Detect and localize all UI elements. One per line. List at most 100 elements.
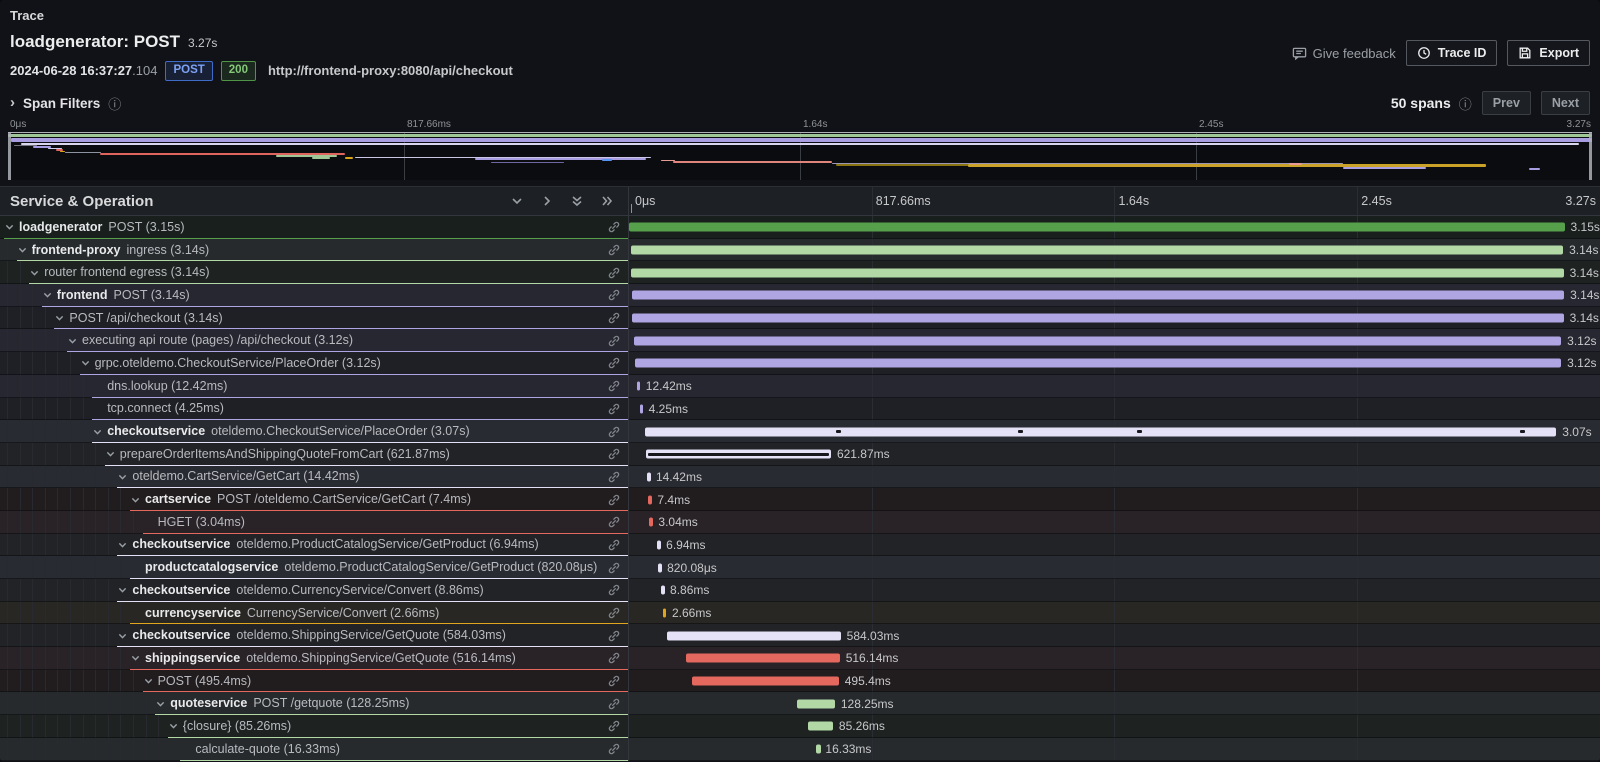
chevron-down-icon[interactable]	[155, 698, 166, 709]
prev-button[interactable]: Prev	[1482, 91, 1531, 115]
span-row[interactable]: calculate-quote (16.33ms)16.33ms	[0, 738, 1600, 761]
span-link-icon[interactable]	[607, 583, 621, 597]
chevron-down-icon[interactable]	[29, 267, 40, 278]
span-bar[interactable]	[692, 677, 839, 686]
span-row[interactable]: frontend-proxyingress (3.14s)3.14s	[0, 239, 1600, 262]
span-row[interactable]: {closure} (85.26ms)85.26ms	[0, 715, 1600, 738]
span-bar[interactable]	[645, 427, 1557, 436]
span-link-icon[interactable]	[607, 243, 621, 257]
expand-all-icon[interactable]	[600, 194, 614, 208]
chevron-down-icon[interactable]	[130, 494, 141, 505]
span-row[interactable]: router frontend egress (3.14s)3.14s	[0, 261, 1600, 284]
span-row[interactable]: quoteservicePOST /getquote (128.25ms)128…	[0, 692, 1600, 715]
span-link-icon[interactable]	[607, 674, 621, 688]
chevron-down-icon[interactable]	[80, 358, 91, 369]
span-link-icon[interactable]	[607, 266, 621, 280]
span-row[interactable]: dns.lookup (12.42ms)12.42ms	[0, 375, 1600, 398]
span-link-icon[interactable]	[607, 425, 621, 439]
span-bar[interactable]	[647, 472, 651, 481]
span-bar[interactable]	[657, 540, 661, 549]
span-bar[interactable]	[635, 359, 1561, 368]
span-link-icon[interactable]	[607, 379, 621, 393]
trace-id-button[interactable]: Trace ID	[1406, 40, 1498, 66]
chevron-down-icon[interactable]	[117, 471, 128, 482]
chevron-down-icon[interactable]	[54, 313, 65, 324]
span-row[interactable]: grpc.oteldemo.CheckoutService/PlaceOrder…	[0, 352, 1600, 375]
span-row[interactable]: POST (495.4ms)495.4ms	[0, 670, 1600, 693]
span-row[interactable]: HGET (3.04ms)3.04ms	[0, 511, 1600, 534]
span-bar[interactable]	[631, 246, 1563, 255]
span-link-icon[interactable]	[607, 447, 621, 461]
span-link-icon[interactable]	[607, 288, 621, 302]
span-bar[interactable]	[661, 586, 665, 595]
span-row[interactable]: checkoutserviceoteldemo.ShippingService/…	[0, 624, 1600, 647]
minimap-left-handle[interactable]	[8, 132, 11, 180]
span-bar[interactable]	[632, 291, 1564, 300]
span-link-icon[interactable]	[607, 220, 621, 234]
span-bar[interactable]	[649, 518, 653, 527]
span-bar[interactable]	[797, 699, 835, 708]
span-row[interactable]: oteldemo.CartService/GetCart (14.42ms)14…	[0, 466, 1600, 489]
span-row[interactable]: frontendPOST (3.14s)3.14s	[0, 284, 1600, 307]
chevron-down-icon[interactable]	[117, 630, 128, 641]
span-bar[interactable]	[648, 495, 652, 504]
span-bar[interactable]	[816, 745, 821, 754]
span-bar[interactable]	[637, 382, 641, 391]
span-link-icon[interactable]	[607, 311, 621, 325]
span-row[interactable]: loadgeneratorPOST (3.15s)3.15s	[0, 216, 1600, 239]
span-link-icon[interactable]	[607, 719, 621, 733]
span-bar[interactable]	[658, 563, 662, 572]
span-link-icon[interactable]	[607, 629, 621, 643]
span-bar[interactable]	[629, 223, 1564, 232]
give-feedback-link[interactable]: Give feedback	[1292, 46, 1396, 61]
minimap-right-handle[interactable]	[1589, 132, 1592, 180]
chevron-down-icon[interactable]	[143, 676, 154, 687]
span-bar[interactable]	[640, 404, 644, 413]
span-bar[interactable]	[808, 722, 833, 731]
chevron-down-icon[interactable]	[92, 426, 103, 437]
chevron-down-icon[interactable]	[4, 222, 15, 233]
span-link-icon[interactable]	[607, 402, 621, 416]
chevron-down-icon[interactable]	[17, 245, 28, 256]
span-link-icon[interactable]	[607, 493, 621, 507]
span-bar[interactable]	[631, 268, 1563, 277]
next-button[interactable]: Next	[1541, 91, 1590, 115]
chevron-right-icon[interactable]: ›	[10, 94, 15, 111]
chevron-down-icon[interactable]	[168, 721, 179, 732]
span-row[interactable]: checkoutserviceoteldemo.CheckoutService/…	[0, 420, 1600, 443]
span-row[interactable]: currencyserviceCurrencyService/Convert (…	[0, 602, 1600, 625]
collapse-one-icon[interactable]	[510, 194, 524, 208]
span-row[interactable]: cartservicePOST /oteldemo.CartService/Ge…	[0, 488, 1600, 511]
span-link-icon[interactable]	[607, 742, 621, 756]
span-link-icon[interactable]	[607, 538, 621, 552]
span-filters-toggle[interactable]: › Span Filters ⓘ	[10, 94, 121, 113]
trace-minimap[interactable]	[8, 132, 1592, 180]
collapse-all-icon[interactable]	[570, 194, 584, 208]
chevron-down-icon[interactable]	[105, 449, 116, 460]
chevron-down-icon[interactable]	[67, 335, 78, 346]
span-row[interactable]: executing api route (pages) /api/checkou…	[0, 329, 1600, 352]
chevron-down-icon[interactable]	[42, 290, 53, 301]
expand-one-icon[interactable]	[540, 194, 554, 208]
span-row[interactable]: shippingserviceoteldemo.ShippingService/…	[0, 647, 1600, 670]
span-bar[interactable]	[667, 631, 841, 640]
span-row[interactable]: prepareOrderItemsAndShippingQuoteFromCar…	[0, 443, 1600, 466]
span-row[interactable]: productcatalogserviceoteldemo.ProductCat…	[0, 556, 1600, 579]
span-link-icon[interactable]	[607, 561, 621, 575]
span-link-icon[interactable]	[607, 651, 621, 665]
chevron-down-icon[interactable]	[117, 585, 128, 596]
span-link-icon[interactable]	[607, 356, 621, 370]
chevron-down-icon[interactable]	[117, 539, 128, 550]
span-bar[interactable]	[686, 654, 839, 663]
span-link-icon[interactable]	[607, 697, 621, 711]
span-bar[interactable]	[632, 314, 1563, 323]
chevron-down-icon[interactable]	[130, 653, 141, 664]
span-row[interactable]: POST /api/checkout (3.14s)3.14s	[0, 307, 1600, 330]
span-link-icon[interactable]	[607, 334, 621, 348]
export-button[interactable]: Export	[1507, 40, 1590, 66]
span-link-icon[interactable]	[607, 515, 621, 529]
span-bar[interactable]	[634, 336, 1561, 345]
span-row[interactable]: checkoutserviceoteldemo.ProductCatalogSe…	[0, 534, 1600, 557]
span-row[interactable]: checkoutserviceoteldemo.CurrencyService/…	[0, 579, 1600, 602]
span-bar[interactable]	[663, 609, 667, 618]
